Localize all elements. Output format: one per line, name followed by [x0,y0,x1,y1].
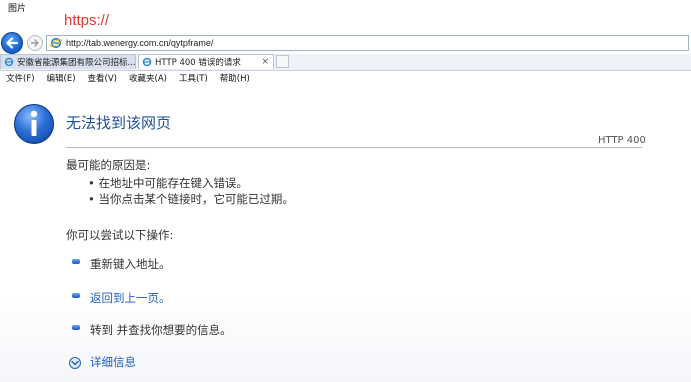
bullet-icon [72,259,80,264]
tab-tender[interactable]: 安徽省能源集团有限公司招标... [0,54,136,69]
address-bar[interactable]: http://tab.wenergy.com.cn/qytpframe/ [46,35,689,51]
address-url: http://tab.wenergy.com.cn/qytpframe/ [66,38,214,48]
more-info-link[interactable]: 详细信息 [90,354,136,370]
menu-help[interactable]: 帮助(H) [220,72,250,84]
menu-file[interactable]: 文件(F) [6,72,35,84]
back-button[interactable] [1,32,23,54]
menu-favorites[interactable]: 收藏夹(A) [129,72,167,84]
cause-item: • 在地址中可能存在键入错误。 [88,176,248,190]
tab-title: 安徽省能源集团有限公司招标... [17,58,136,68]
info-glyph [30,110,38,136]
option-retype-address: 重新键入地址。 [90,257,171,271]
bullet-icon [72,293,80,298]
menu-bar: 文件(F) 编辑(E) 查看(V) 收藏夹(A) 工具(T) 帮助(H) [0,71,691,85]
try-heading: 你可以尝试以下操作: [66,228,174,242]
info-icon [14,104,54,144]
bullet-icon [72,325,80,330]
menu-tools[interactable]: 工具(T) [179,72,208,84]
close-tab-icon[interactable]: × [261,57,269,67]
go-back-link[interactable]: 返回到上一页。 [90,290,171,306]
ie-logo-icon [4,57,14,67]
cause-heading: 最可能的原因是: [66,158,151,172]
option-go-to: 转到 并查找你想要的信息。 [90,323,232,337]
ie-logo-icon [50,37,62,49]
top-label: 图片 [8,4,27,14]
cause-item: • 当你点击某个链接时，它可能已过期。 [88,192,294,206]
forward-arrow-icon [30,39,39,47]
forward-button[interactable] [27,35,43,51]
divider [66,147,642,148]
tab-http-400[interactable]: HTTP 400 错误的请求 × [138,54,274,69]
ie-logo-icon [142,57,152,67]
new-tab-button[interactable] [276,55,289,68]
tab-title: HTTP 400 错误的请求 [155,58,241,68]
back-arrow-icon [6,37,19,49]
menu-edit[interactable]: 编辑(E) [47,72,76,84]
page-title: 无法找到该网页 [66,114,172,132]
http-status-code: HTTP 400 [598,135,646,146]
tab-strip: 安徽省能源集团有限公司招标... HTTP 400 错误的请求 × [0,54,691,71]
chevron-down-icon[interactable] [69,357,81,369]
menu-view[interactable]: 查看(V) [88,72,117,84]
annotation-text: https:// [64,12,110,29]
